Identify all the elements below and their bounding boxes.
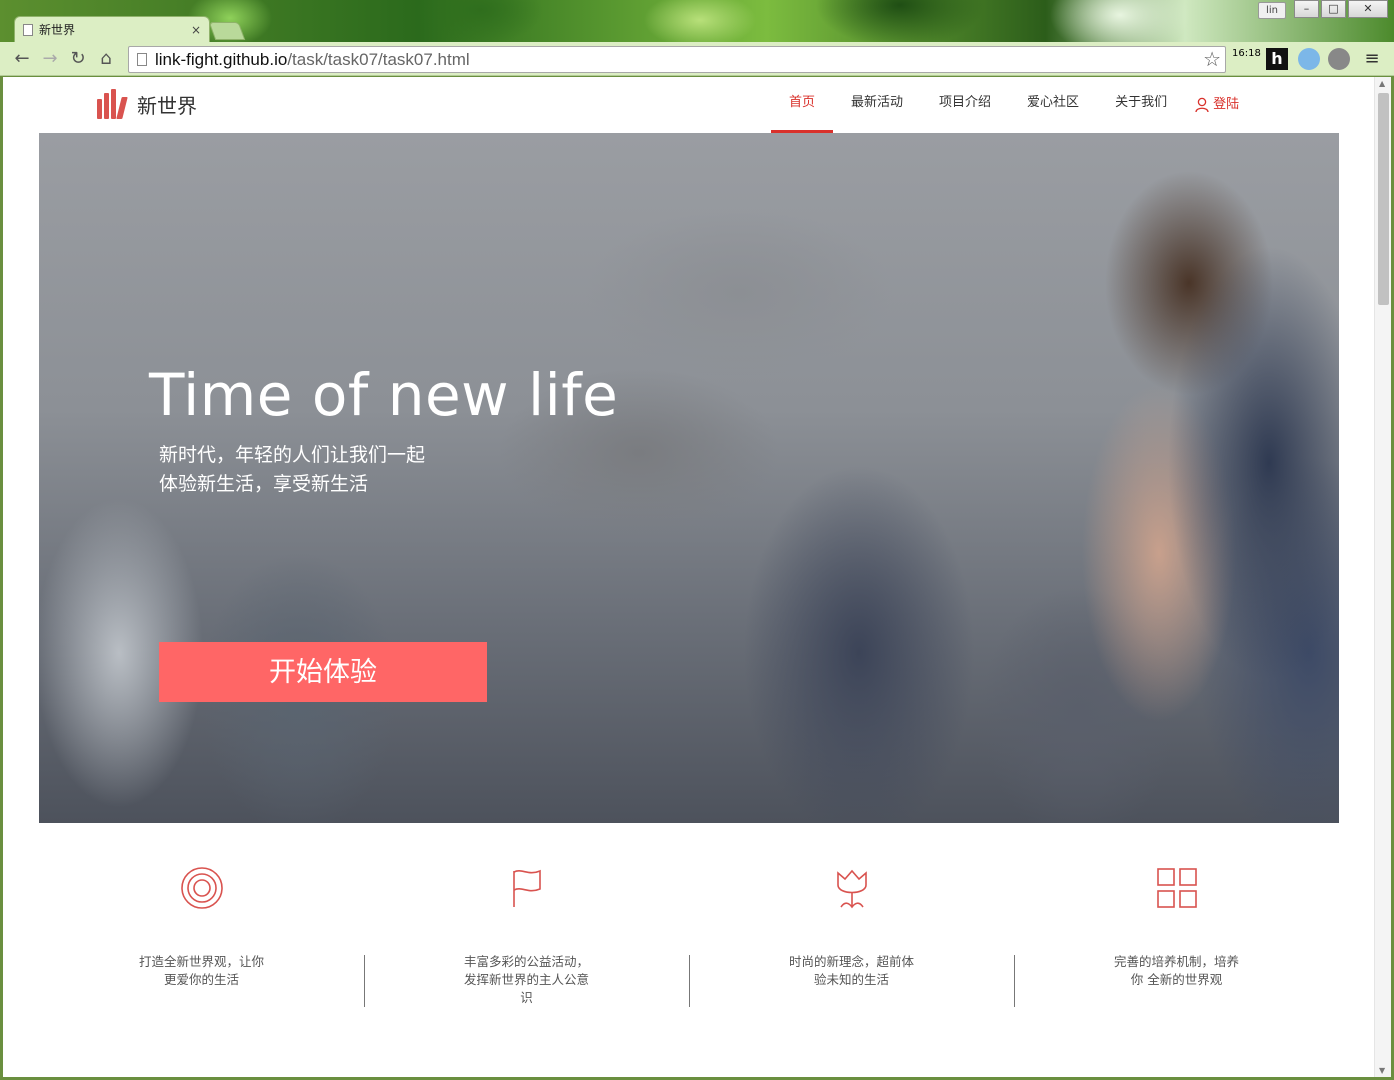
tulip-icon (836, 869, 867, 909)
nav-latest-events[interactable]: 最新活动 (833, 77, 921, 133)
feature-text: 打造全新世界观，让你更爱你的生活 (138, 954, 264, 987)
main-nav: 首页 最新活动 项目介绍 爱心社区 关于我们 登陆 (771, 77, 1257, 133)
flag-icon (512, 869, 541, 907)
nav-projects[interactable]: 项目介绍 (921, 77, 1009, 133)
feature-text: 完善的培养机制，培养你 全新的世界观 (1113, 954, 1239, 987)
feature-item: 丰富多彩的公益活动，发挥新世界的主人公意识 (364, 857, 689, 1017)
close-window-button[interactable]: ✕ (1348, 0, 1388, 18)
page-icon (137, 53, 147, 66)
menu-icon[interactable]: ≡ (1361, 48, 1383, 70)
feature-item: 时尚的新理念，超前体验未知的生活 (689, 857, 1014, 1017)
login-label: 登陆 (1213, 97, 1240, 112)
hero-title: Time of new life (149, 361, 619, 429)
feature-text: 丰富多彩的公益活动，发挥新世界的主人公意识 (463, 954, 589, 1005)
nav-about[interactable]: 关于我们 (1097, 77, 1185, 133)
grid-icon (1156, 868, 1197, 908)
scroll-up-arrow-icon[interactable]: ▲ (1379, 79, 1385, 88)
browser-tab[interactable]: 新世界 × (14, 16, 210, 42)
reload-button[interactable]: ↻ (64, 45, 92, 73)
maximize-button[interactable]: □ (1321, 0, 1346, 18)
clock-extension[interactable]: 16:18 (1232, 48, 1261, 70)
url-path: /task/task07/task07.html (287, 49, 470, 69)
url-host: link-fight.github.io (155, 49, 288, 69)
hero-content: Time of new life 新时代，年轻的人们让我们一起 体验新生活，享受… (149, 361, 618, 499)
minimize-button[interactable]: – (1294, 0, 1319, 18)
scroll-down-arrow-icon[interactable]: ▼ (1379, 1066, 1385, 1075)
hero-subtitle: 新时代，年轻的人们让我们一起 体验新生活，享受新生活 (159, 441, 479, 499)
browser-title-bar: 新世界 × lin – □ ✕ (0, 0, 1394, 42)
hero-subtitle-line1: 新时代，年轻的人们让我们一起 (159, 444, 426, 466)
forward-button[interactable]: → (36, 45, 64, 73)
h-extension-icon[interactable]: h (1266, 48, 1288, 70)
profile-badge[interactable]: lin (1258, 2, 1286, 19)
hero-banner: Time of new life 新时代，年轻的人们让我们一起 体验新生活，享受… (39, 133, 1339, 823)
bookmark-star-icon[interactable]: ☆ (1203, 47, 1221, 72)
feature-text: 时尚的新理念，超前体验未知的生活 (788, 954, 914, 987)
hero-subtitle-line2: 体验新生活，享受新生活 (159, 473, 369, 495)
site-header: 新世界 首页 最新活动 项目介绍 爱心社区 关于我们 登陆 (3, 77, 1373, 133)
nav-home[interactable]: 首页 (771, 77, 834, 133)
target-icon (180, 867, 223, 909)
feature-item: 完善的培养机制，培养你 全新的世界观 (1014, 857, 1339, 1017)
books-logo-icon (97, 89, 131, 119)
tab-close-button[interactable]: × (191, 23, 201, 37)
page-viewport: 新世界 首页 最新活动 项目介绍 爱心社区 关于我们 登陆 Time of ne… (3, 77, 1391, 1077)
home-button[interactable]: ⌂ (92, 45, 120, 73)
page-icon (23, 23, 33, 36)
site-name: 新世界 (137, 93, 197, 118)
address-bar[interactable]: link-fight.github.io/task/task07/task07.… (128, 46, 1226, 73)
feature-item: 打造全新世界观，让你更爱你的生活 (39, 857, 364, 1017)
login-link[interactable]: 登陆 (1185, 77, 1257, 133)
features-row: 打造全新世界观，让你更爱你的生活 丰富多彩的公益活动，发挥新世界的主人公意识 时… (39, 857, 1339, 1017)
scroll-thumb[interactable] (1378, 93, 1389, 305)
new-tab-button[interactable] (208, 22, 246, 40)
film-extension-icon[interactable] (1328, 48, 1350, 70)
vertical-scrollbar[interactable]: ▲ ▼ (1374, 77, 1391, 1077)
feather-extension-icon[interactable] (1298, 48, 1320, 70)
window-controls: – □ ✕ (1294, 0, 1388, 18)
user-icon (1195, 97, 1209, 113)
nav-community[interactable]: 爱心社区 (1009, 77, 1097, 133)
browser-toolbar: ← → ↻ ⌂ link-fight.github.io/task/task07… (0, 42, 1394, 76)
site-logo[interactable]: 新世界 (97, 89, 197, 119)
tab-title: 新世界 (39, 23, 76, 37)
back-button[interactable]: ← (8, 45, 36, 73)
start-experience-button[interactable]: 开始体验 (159, 642, 487, 702)
